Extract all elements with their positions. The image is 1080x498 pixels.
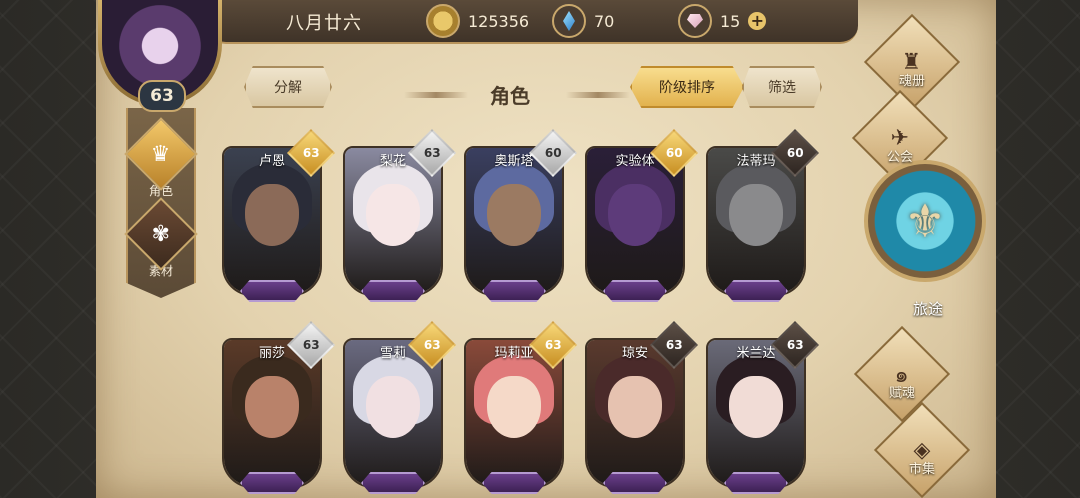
gold-counter: 125356 [426,4,529,38]
sort-by-tier-button[interactable]: 阶级排序 [630,66,744,108]
gold-coin-icon [426,4,460,38]
add-gems-button[interactable]: + [748,12,767,30]
page-title: 角色 [490,84,530,108]
game-date: 八月廿六 [286,13,362,34]
rank-gem-icon [603,472,667,494]
market-button[interactable]: ◈ 市集 [873,401,971,498]
character-card[interactable]: 雪莉 63 [343,320,457,494]
helmet-icon: ♛ [124,117,198,191]
rank-gem-icon [361,472,425,494]
market-label: 市集 [908,462,935,477]
soul-book-label: 魂册 [898,74,925,89]
rank-gem-icon [240,472,304,494]
journey-label: 旅途 [912,300,943,318]
crystal-icon [552,4,586,38]
endow-soul-button[interactable]: ๑ 赋魂 [853,325,951,423]
rank-gem-icon [724,472,788,494]
crystal-counter: 70 [552,4,614,38]
creature-icon: ✾ [124,197,198,271]
crystal-value: 70 [594,11,615,31]
rank-gem-icon [361,280,425,302]
rank-gem-icon [724,280,788,302]
character-card[interactable]: 卢恩 63 [222,128,336,302]
filter-button[interactable]: 筛选 [742,66,822,108]
player-level-badge: 63 [138,80,186,112]
character-card[interactable]: 法蒂玛 60 [706,128,820,302]
rank-gem-icon [482,472,546,494]
rank-gem-icon [240,280,304,302]
decompose-button[interactable]: 分解 [244,66,332,108]
character-card[interactable]: 丽莎 63 [222,320,336,494]
character-card[interactable]: 奥斯塔 60 [464,128,578,302]
character-card[interactable]: 实验体 60 [585,128,699,302]
journey-button[interactable]: ⚜ [864,160,986,282]
title-ornament-left [404,92,468,98]
guild-button[interactable]: ✈ 公会 [851,89,949,187]
soul-book-button[interactable]: ♜ 魂册 [863,13,961,111]
character-card[interactable]: 琼安 63 [585,320,699,494]
character-card[interactable]: 米兰达 63 [706,320,820,494]
rank-gem-icon [482,280,546,302]
sidebar-item-materials[interactable]: ✾ 素材 [124,197,198,279]
rank-gem-icon [603,280,667,302]
gem-icon [678,4,712,38]
title-ornament-right [566,92,630,98]
guild-label: 公会 [886,150,913,165]
endow-soul-label: 赋魂 [888,386,915,401]
journey-emblem-icon: ⚜ [904,194,946,248]
gem-value: 15 [720,11,741,31]
character-card[interactable]: 玛莉亚 63 [464,320,578,494]
gem-counter: 15 + [678,4,767,38]
sidebar-item-characters[interactable]: ♛ 角色 [124,117,198,199]
character-card[interactable]: 梨花 63 [343,128,457,302]
gold-value: 125356 [468,11,530,31]
